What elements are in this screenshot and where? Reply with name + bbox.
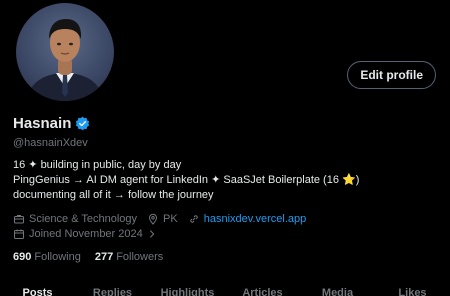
star-emoji: ⭐	[342, 174, 356, 186]
meta-row-2: Joined November 2024	[13, 228, 161, 240]
tab-articles[interactable]: Articles	[225, 287, 300, 296]
bio-line-2: PingGenius → AI DM agent for LinkedIn ✦ …	[13, 173, 443, 188]
bio-line-3: documenting all of it → follow the journ…	[13, 189, 214, 201]
location-label: PK	[163, 213, 178, 225]
edit-profile-button[interactable]: Edit profile	[347, 61, 436, 89]
category-label: Science & Technology	[29, 213, 138, 225]
avatar-image	[16, 3, 114, 101]
chevron-right-icon	[149, 230, 155, 238]
meta-row-1: Science & Technology PK hasnixdev.vercel…	[13, 213, 316, 225]
bio-line-1: 16 ✦ building in public, day by day	[13, 159, 182, 171]
followers-label: Followers	[116, 251, 164, 263]
joined-label: Joined November 2024	[29, 228, 143, 240]
website-link[interactable]: hasnixdev.vercel.app	[204, 213, 307, 225]
handle: @hasnainXdev	[13, 137, 88, 149]
verified-badge-icon[interactable]	[75, 116, 90, 131]
location-item: PK	[147, 213, 178, 225]
display-name: Hasnain	[13, 115, 72, 132]
link-icon	[189, 215, 198, 223]
tab-media[interactable]: Media	[300, 287, 375, 296]
joined-item[interactable]: Joined November 2024	[13, 228, 161, 240]
profile-page: Edit profile Hasnain @hasnainXdev 16 ✦ b…	[0, 0, 450, 296]
calendar-icon	[14, 229, 24, 239]
avatar[interactable]	[13, 0, 117, 104]
following-label: Following	[34, 251, 81, 263]
followers-count: 277	[94, 251, 114, 263]
bio: 16 ✦ building in public, day by day Ping…	[13, 158, 443, 203]
followers-link[interactable]: 277 Followers	[95, 251, 163, 263]
briefcase-icon	[14, 215, 24, 224]
bio-line-2-end: )	[355, 174, 360, 186]
tab-likes[interactable]: Likes	[375, 287, 450, 296]
name-row: Hasnain	[13, 115, 90, 132]
profile-tabs: Posts Replies Highlights Articles Media …	[0, 287, 450, 296]
category-item: Science & Technology	[13, 213, 137, 225]
bio-line-2-text: PingGenius → AI DM agent for LinkedIn ✦ …	[13, 174, 343, 186]
following-link[interactable]: 690 Following	[13, 251, 81, 263]
tab-posts[interactable]: Posts	[0, 287, 75, 296]
tab-replies[interactable]: Replies	[75, 287, 150, 296]
location-pin-icon	[149, 213, 158, 225]
follow-stats: 690 Following 277 Followers	[13, 251, 177, 263]
following-count: 690	[13, 251, 32, 263]
website-item[interactable]: hasnixdev.vercel.app	[188, 213, 307, 225]
tab-highlights[interactable]: Highlights	[150, 287, 225, 296]
